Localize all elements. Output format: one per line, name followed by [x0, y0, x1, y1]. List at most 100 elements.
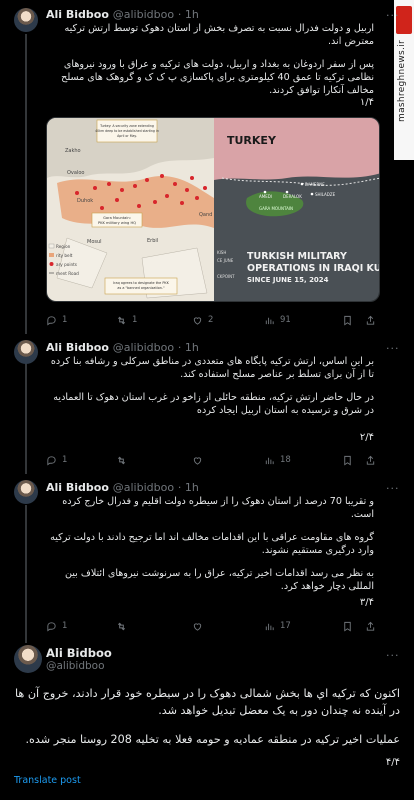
more-options-icon[interactable]: ··· [386, 650, 402, 661]
svg-text:Duhok: Duhok [77, 198, 93, 204]
svg-text:AMEDI: AMEDI [259, 194, 272, 199]
author-name[interactable]: Ali Bidboo @alibidboo · 1h [46, 481, 199, 494]
like-button[interactable]: 2 [192, 315, 264, 326]
retweet-icon [117, 456, 126, 464]
reply-icon [47, 315, 56, 326]
heart-icon [193, 622, 202, 631]
svg-text:Ovaloo: Ovaloo [67, 170, 84, 176]
svg-text:rity belt: rity belt [56, 253, 73, 258]
translate-post-link[interactable]: Translate post [14, 775, 81, 786]
share-icon[interactable] [365, 455, 376, 466]
bookmark-icon[interactable] [342, 621, 353, 632]
svg-text:CKPOINT: CKPOINT [217, 274, 235, 279]
svg-text:TURKEY: TURKEY [227, 134, 277, 147]
svg-text:TURKISH MILITARY: TURKISH MILITARY [247, 251, 347, 262]
avatar[interactable] [14, 8, 38, 32]
bookmark-icon[interactable] [342, 455, 353, 466]
more-options-icon[interactable]: ··· [386, 343, 402, 354]
svg-text:Qand: Qand [199, 212, 212, 218]
author-handle[interactable]: @alibidboo [113, 481, 174, 494]
svg-text:SINCE JUNE 15, 2024: SINCE JUNE 15, 2024 [247, 276, 329, 284]
avatar[interactable] [14, 480, 38, 504]
tweet-actions: 1 1 2 91 [46, 313, 376, 327]
tweet-paragraph: اکنون که ترکیه اي ها بخش شمالی دهوک را د… [14, 687, 400, 717]
svg-text:40km deep to be established st: 40km deep to be established starting in [95, 129, 159, 133]
svg-text:BAMERNE: BAMERNE [305, 182, 325, 187]
svg-text:Gara Mountain:: Gara Mountain: [103, 216, 131, 220]
tweet-text: و تقریبا 70 درصد از استان دهوک را از سیط… [44, 495, 374, 603]
views-icon [265, 317, 274, 324]
svg-text:ment Road: ment Road [56, 271, 79, 276]
reply-button[interactable]: 1 [46, 455, 116, 466]
svg-text:PKK military wing HQ: PKK military wing HQ [98, 221, 136, 225]
author-name[interactable]: Ali Bidboo @alibidboo · 1h [46, 8, 199, 21]
post-time[interactable]: · 1h [178, 341, 199, 354]
svg-text:Zakho: Zakho [65, 148, 81, 154]
post-time[interactable]: · 1h [178, 8, 199, 21]
tweet-actions: 1 17 [46, 619, 376, 633]
reply-button[interactable]: 1 [46, 315, 116, 326]
avatar[interactable] [14, 340, 38, 364]
thread-counter: ۴/۴ [385, 757, 400, 768]
svg-text:OPERATIONS IN IRAQI KUR: OPERATIONS IN IRAQI KUR [247, 263, 380, 274]
author-handle[interactable]: @alibidboo [46, 660, 105, 672]
tweet-paragraph: بر این اساس، ارتش ترکیه پایگاه های متعدد… [50, 356, 374, 380]
tweet-text: بر این اساس، ارتش ترکیه پایگاه های متعدد… [44, 355, 374, 427]
thread-line [25, 505, 27, 643]
reply-icon [47, 455, 56, 466]
reply-icon [47, 621, 56, 632]
svg-text:Iraq agrees to designate the P: Iraq agrees to designate the PKK [113, 281, 169, 285]
post-time[interactable]: · 1h [178, 481, 199, 494]
views-icon [265, 457, 274, 464]
views-button[interactable]: 17 [264, 621, 334, 632]
svg-text:SHILADZE: SHILADZE [315, 192, 336, 197]
svg-text:DERALOK: DERALOK [283, 194, 302, 199]
like-button[interactable] [192, 455, 264, 466]
views-button[interactable]: 91 [264, 315, 334, 326]
share-icon[interactable] [365, 315, 376, 326]
tweet-paragraph: در حال حاضر ارتش ترکیه، منطقه حائلی از ز… [53, 392, 374, 416]
thread-line [25, 362, 27, 474]
svg-text:Erbil: Erbil [147, 238, 158, 244]
thread-counter: ۳/۴ [359, 597, 374, 608]
views-button[interactable]: 18 [264, 455, 334, 466]
svg-text:KISH: KISH [217, 250, 226, 255]
tweet-paragraph: عملیات اخیر ترکیه در منطقه عمادیه و حومه… [25, 733, 400, 746]
more-options-icon[interactable]: ··· [386, 10, 402, 21]
views-icon [265, 623, 274, 630]
retweet-button[interactable]: 1 [116, 315, 192, 326]
svg-text:as a "banned organization.": as a "banned organization." [117, 286, 165, 290]
heart-icon [193, 456, 202, 465]
bookmark-icon[interactable] [342, 315, 353, 326]
like-button[interactable] [192, 621, 264, 632]
svg-text:GARA MOUNTAIN: GARA MOUNTAIN [259, 206, 293, 211]
reply-button[interactable]: 1 [46, 621, 116, 632]
author-handle[interactable]: @alibidboo [113, 8, 174, 21]
watermark-strip: mashreghnews.ir [394, 0, 414, 160]
thread-counter: ۲/۴ [359, 432, 374, 443]
tweet-text: اربیل و دولت فدرال نسبت به تصرف بخش از ا… [44, 22, 374, 107]
author-name[interactable]: Ali Bidboo @alibidboo · 1h [46, 341, 199, 354]
media-image: Turkey: A security zone extending 40km d… [47, 118, 380, 301]
retweet-button[interactable] [116, 455, 192, 466]
tweet-paragraph: پس از سفر اردوغان به بغداد و اربیل، دولت… [61, 59, 374, 96]
svg-text:Turkey: A security zone extend: Turkey: A security zone extending [99, 124, 154, 128]
svg-text:Region: Region [56, 244, 71, 249]
more-options-icon[interactable]: ··· [386, 483, 402, 494]
tweet-paragraph: گروه های مقاومت عراقی با این اقدامات مخا… [50, 532, 374, 556]
tweet-text: اکنون که ترکیه اي ها بخش شمالی دهوک را د… [14, 685, 400, 760]
share-icon[interactable] [365, 621, 376, 632]
tweet-media[interactable]: Turkey: A security zone extending 40km d… [46, 117, 380, 302]
watermark-text: mashreghnews.ir [397, 40, 407, 122]
author-handle[interactable]: @alibidboo [113, 341, 174, 354]
retweet-button[interactable] [116, 621, 192, 632]
svg-text:April or May.: April or May. [117, 134, 137, 138]
svg-text:CE JUNE: CE JUNE [217, 258, 234, 263]
tweet-paragraph: اربیل و دولت فدرال نسبت به تصرف بخش از ا… [64, 23, 374, 47]
svg-text:ary points: ary points [56, 262, 77, 267]
author-name[interactable]: Ali Bidboo [46, 646, 112, 660]
avatar[interactable] [14, 645, 42, 673]
tweet-paragraph: و تقریبا 70 درصد از استان دهوک را از سیط… [62, 496, 374, 520]
tweet-paragraph: به نظر می رسد اقدامات اخیر ترکیه، عراق ر… [64, 568, 374, 592]
thread-line [25, 34, 27, 334]
